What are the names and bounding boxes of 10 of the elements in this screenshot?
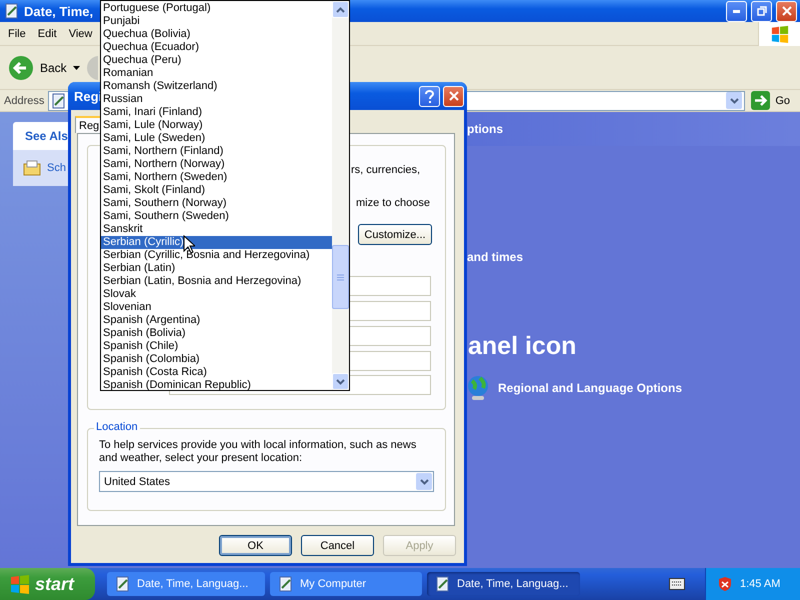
panel-heading: anel icon [467, 332, 578, 361]
header-text: ptions [467, 122, 503, 136]
group-label: Location [94, 421, 140, 433]
address-label: Address [4, 94, 44, 106]
location-description: To help services provide you with local information, such as news and weather, select your present location: [99, 439, 418, 465]
description-text: rs, currencies, [351, 164, 422, 176]
window-title: Date, Time, [24, 4, 94, 18]
description-text: mize to choose [356, 197, 431, 209]
section-heading: and times [466, 250, 524, 264]
clock: 1:45 AM [740, 578, 780, 590]
